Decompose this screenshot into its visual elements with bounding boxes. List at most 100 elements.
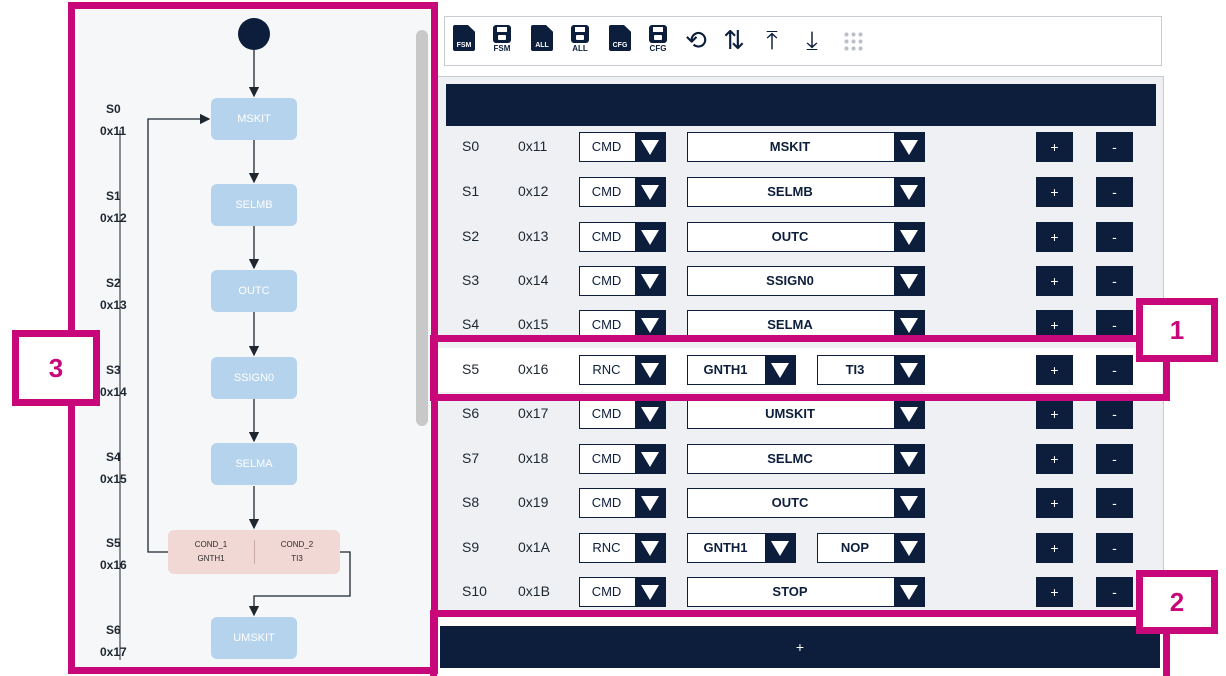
- state-cell: S3: [462, 272, 480, 288]
- type-select[interactable]: CMD: [579, 266, 666, 296]
- save-cfg-button[interactable]: CFG: [643, 23, 673, 57]
- add-state-button[interactable]: +: [1036, 533, 1073, 563]
- remove-state-button[interactable]: -: [1096, 488, 1133, 518]
- command-select[interactable]: MSKIT: [687, 132, 925, 162]
- type-select[interactable]: CMD: [579, 399, 666, 429]
- target-select[interactable]: NOP: [817, 533, 925, 563]
- state-cell: S6: [462, 405, 480, 421]
- hex-cell: 0x15: [518, 316, 549, 332]
- sync-icon: ⇅: [723, 25, 745, 55]
- hex-cell: 0x1A: [518, 539, 550, 555]
- type-select[interactable]: CMD: [579, 577, 666, 607]
- chevron-down-icon: [894, 578, 924, 606]
- download-button[interactable]: ⤓: [797, 23, 827, 57]
- chevron-down-icon: [635, 223, 665, 251]
- save-cfg-label: CFG: [649, 44, 667, 53]
- sync-button[interactable]: ⇅: [719, 23, 749, 57]
- upload-icon: ⤒: [766, 25, 778, 55]
- table-row: S9 0x1A RNC GNTH1 NOP + -: [434, 526, 1162, 570]
- chevron-down-icon: [635, 267, 665, 295]
- remove-state-button[interactable]: -: [1096, 399, 1133, 429]
- state-cell: S9: [462, 539, 480, 555]
- add-state-button[interactable]: +: [1036, 399, 1073, 429]
- state-cell: S1: [462, 183, 480, 199]
- state-cell: S7: [462, 450, 480, 466]
- file-all-icon: ALL: [531, 25, 553, 51]
- condition-select[interactable]: GNTH1: [687, 533, 796, 563]
- type-select[interactable]: RNC: [579, 533, 666, 563]
- table-header: [446, 84, 1156, 126]
- chevron-down-icon: [894, 178, 924, 206]
- save-fsm-label: FSM: [493, 44, 511, 53]
- hex-cell: 0x13: [518, 228, 549, 244]
- chevron-down-icon: [894, 445, 924, 473]
- add-state-button[interactable]: +: [1036, 132, 1073, 162]
- command-select[interactable]: SSIGN0: [687, 266, 925, 296]
- save-fsm-button[interactable]: FSM: [487, 23, 517, 57]
- table-row: S3 0x14 CMD SSIGN0 + -: [434, 259, 1162, 303]
- hex-cell: 0x11: [518, 138, 548, 154]
- type-select[interactable]: CMD: [579, 177, 666, 207]
- chevron-down-icon: [894, 133, 924, 161]
- add-state-button[interactable]: +: [1036, 266, 1073, 296]
- command-select[interactable]: SELMB: [687, 177, 925, 207]
- download-icon: ⤓: [806, 25, 818, 55]
- add-state-button[interactable]: +: [1036, 488, 1073, 518]
- command-select[interactable]: OUTC: [687, 222, 925, 252]
- reset-button[interactable]: ⟲: [681, 23, 711, 57]
- type-select[interactable]: CMD: [579, 222, 666, 252]
- hex-cell: 0x19: [518, 494, 549, 510]
- callout-3-badge: 3: [12, 330, 100, 406]
- add-state-button[interactable]: +: [1036, 222, 1073, 252]
- remove-state-button[interactable]: -: [1096, 177, 1133, 207]
- type-select[interactable]: CMD: [579, 132, 666, 162]
- remove-state-button[interactable]: -: [1096, 222, 1133, 252]
- table-row: S10 0x1B CMD STOP + -: [434, 570, 1162, 614]
- chevron-down-icon: [635, 133, 665, 161]
- toolbar: FSM FSM ALL ALL CFG CFG ⟲ ⇅ ⤒ ⤓: [444, 16, 1162, 66]
- chevron-down-icon: [765, 534, 795, 562]
- hex-cell: 0x18: [518, 450, 549, 466]
- state-cell: S10: [462, 583, 487, 599]
- table-row: S8 0x19 CMD OUTC + -: [434, 481, 1162, 525]
- hex-cell: 0x1B: [518, 583, 550, 599]
- callout-2-badge: 2: [1136, 570, 1218, 634]
- save-all-label: ALL: [572, 44, 588, 53]
- save-cfg-icon: [649, 25, 667, 43]
- state-cell: S8: [462, 494, 480, 510]
- import-all-button[interactable]: ALL: [527, 23, 557, 57]
- command-select[interactable]: OUTC: [687, 488, 925, 518]
- command-select[interactable]: SELMC: [687, 444, 925, 474]
- chevron-down-icon: [894, 534, 924, 562]
- table-row: S1 0x12 CMD SELMB + -: [434, 170, 1162, 214]
- upload-button[interactable]: ⤒: [757, 23, 787, 57]
- remove-state-button[interactable]: -: [1096, 132, 1133, 162]
- drag-handle[interactable]: [837, 23, 867, 57]
- remove-state-button[interactable]: -: [1096, 444, 1133, 474]
- import-fsm-button[interactable]: FSM: [449, 23, 479, 57]
- save-fsm-icon: [493, 25, 511, 43]
- remove-state-button[interactable]: -: [1096, 266, 1133, 296]
- add-state-button[interactable]: +: [1036, 177, 1073, 207]
- callout-1-frame: [430, 335, 1170, 401]
- chevron-down-icon: [894, 223, 924, 251]
- table-row: S2 0x13 CMD OUTC + -: [434, 215, 1162, 259]
- state-cell: S2: [462, 228, 480, 244]
- hex-cell: 0x14: [518, 272, 549, 288]
- type-select[interactable]: CMD: [579, 444, 666, 474]
- callout-3-frame: [68, 2, 438, 674]
- command-select[interactable]: UMSKIT: [687, 399, 925, 429]
- save-all-button[interactable]: ALL: [565, 23, 595, 57]
- state-cell: S4: [462, 316, 480, 332]
- chevron-down-icon: [635, 178, 665, 206]
- type-select[interactable]: CMD: [579, 488, 666, 518]
- add-state-button[interactable]: +: [1036, 577, 1073, 607]
- remove-state-button[interactable]: -: [1096, 533, 1133, 563]
- hex-cell: 0x17: [518, 405, 549, 421]
- save-all-icon: [571, 25, 589, 43]
- remove-state-button[interactable]: -: [1096, 577, 1133, 607]
- import-cfg-button[interactable]: CFG: [605, 23, 635, 57]
- add-state-button[interactable]: +: [1036, 444, 1073, 474]
- chevron-down-icon: [635, 400, 665, 428]
- command-select[interactable]: STOP: [687, 577, 925, 607]
